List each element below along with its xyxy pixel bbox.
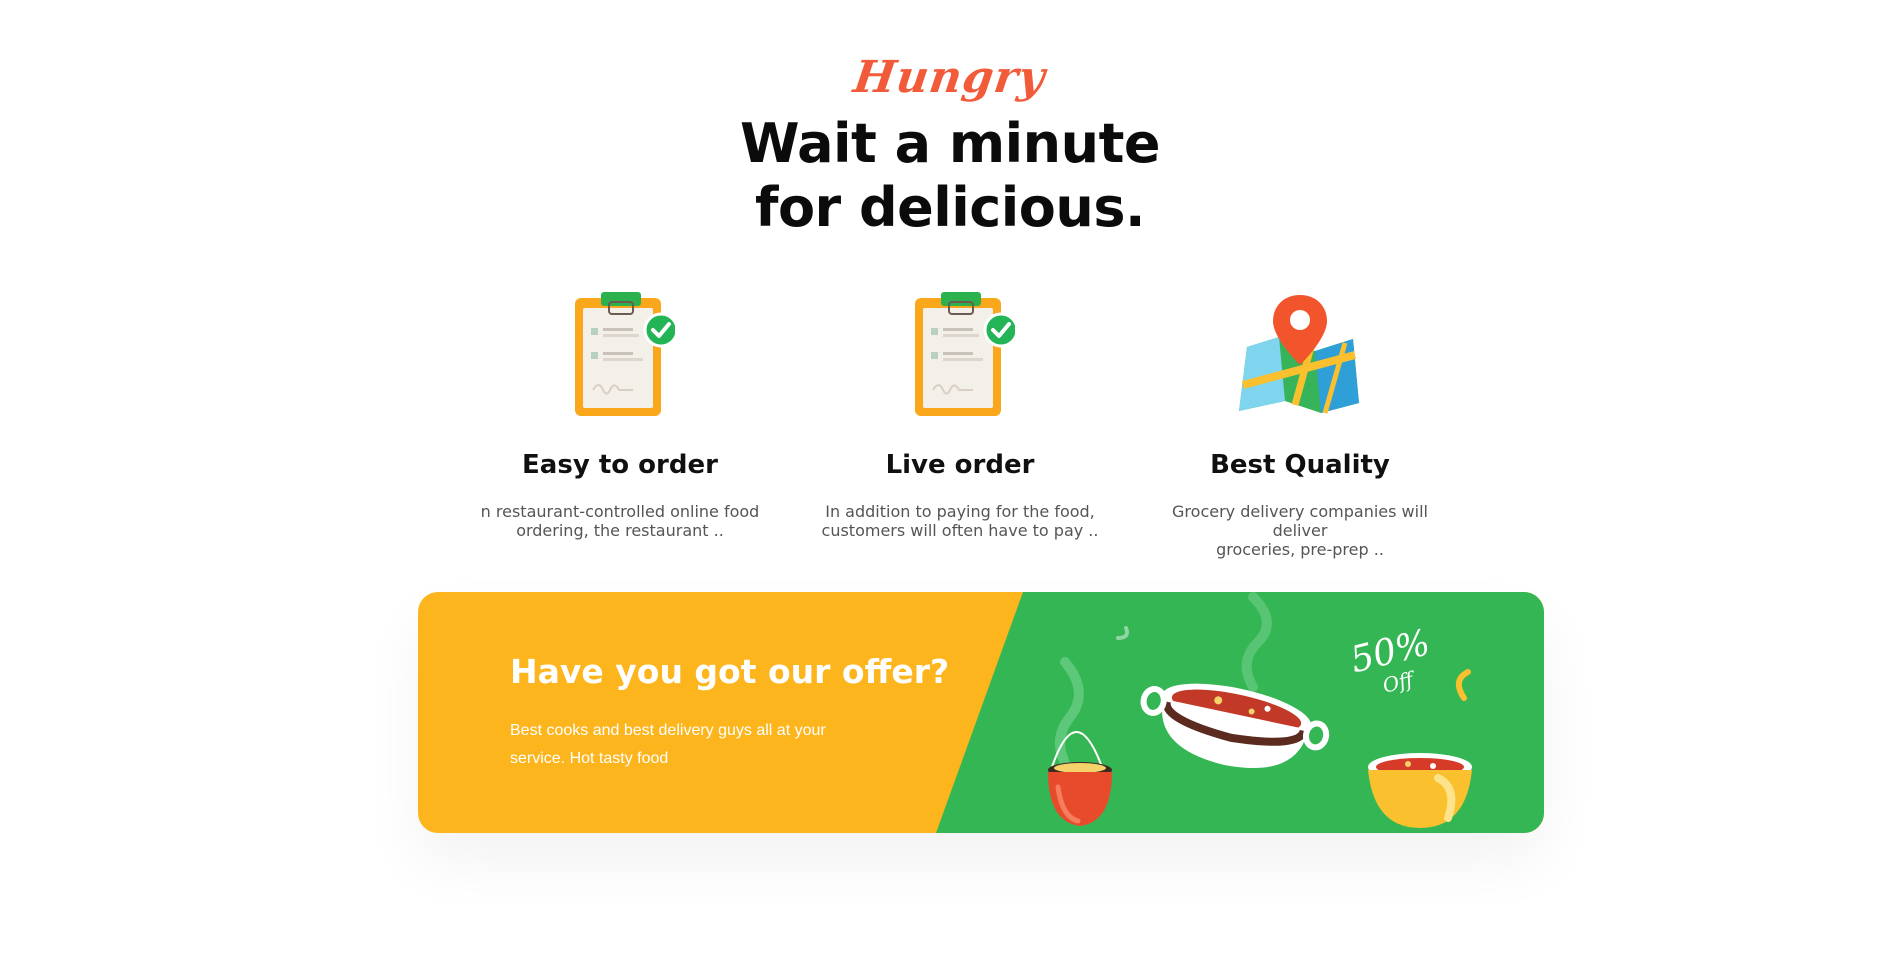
feature-card-live-order: Live order In addition to paying for the… (800, 290, 1120, 540)
headline-line-2: for delicious. (754, 176, 1146, 239)
feature-description-line: Grocery delivery companies will deliver (1172, 502, 1428, 540)
feature-description-line: In addition to paying for the food, (825, 502, 1095, 521)
feature-description: In addition to paying for the food, cust… (800, 502, 1120, 540)
feature-description: Grocery delivery companies will deliver … (1140, 502, 1460, 559)
offer-banner[interactable]: Have you got our offer? Best cooks and b… (418, 592, 1544, 833)
section-header: Hungry Wait a minute for delicious. (0, 48, 1900, 240)
headline-line-1: Wait a minute (739, 112, 1161, 175)
feature-card-easy-to-order: Easy to order n restaurant-controlled on… (460, 290, 780, 540)
script-title: Hungry (850, 52, 1050, 103)
feature-title: Best Quality (1210, 450, 1390, 480)
map-pin-icon (1140, 290, 1460, 420)
feature-card-best-quality: Best Quality Grocery delivery companies … (1140, 290, 1460, 559)
feature-description-line: n restaurant-controlled online food (480, 502, 760, 521)
features-row: Easy to order n restaurant-controlled on… (0, 290, 1900, 560)
page-headline: Wait a minute for delicious. (0, 112, 1900, 240)
offer-description: Best cooks and best delivery guys all at… (510, 722, 826, 767)
offer-banner-illustration (936, 592, 1544, 833)
feature-description: n restaurant-controlled online food orde… (460, 502, 780, 540)
feature-description-line: ordering, the restaurant .. (516, 521, 724, 540)
clipboard-check-icon (460, 290, 780, 420)
feature-title: Easy to order (522, 450, 718, 480)
clipboard-check-icon (800, 290, 1120, 420)
offer-title: Have you got our offer? (510, 652, 950, 691)
feature-description-line: groceries, pre-prep .. (1216, 540, 1384, 559)
feature-description-line: customers will often have to pay .. (821, 521, 1099, 540)
feature-title: Live order (885, 450, 1035, 480)
